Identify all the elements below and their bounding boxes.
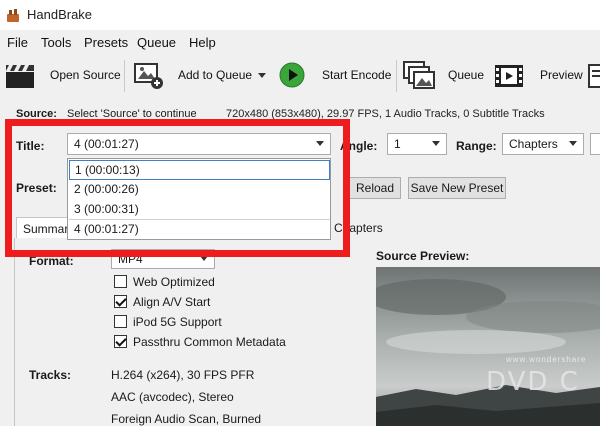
- add-to-queue-button[interactable]: Add to Queue: [178, 68, 252, 82]
- add-to-queue-icon[interactable]: [133, 62, 165, 90]
- toolbar-separator: [124, 60, 125, 92]
- menu-file[interactable]: File: [7, 35, 28, 50]
- clapperboard-icon[interactable]: [5, 63, 35, 89]
- open-source-button[interactable]: Open Source: [50, 68, 121, 82]
- range-start-select[interactable]: [590, 133, 600, 155]
- title-option-1[interactable]: 1 (00:00:13): [69, 160, 330, 180]
- preview-button[interactable]: Preview: [540, 68, 583, 82]
- menu-help[interactable]: Help: [189, 35, 216, 50]
- passthru-metadata-checkbox[interactable]: [114, 335, 127, 348]
- range-label: Range:: [456, 139, 497, 153]
- align-av-start-label: Align A/V Start: [133, 295, 211, 309]
- web-optimized-checkbox[interactable]: [114, 275, 127, 288]
- track-video: H.264 (x264), 30 FPS PFR: [111, 368, 255, 382]
- source-preview-image: www.wondershare DVD C: [376, 267, 600, 426]
- play-icon[interactable]: [279, 62, 305, 88]
- save-new-preset-button[interactable]: Save New Preset: [408, 177, 506, 199]
- start-encode-button[interactable]: Start Encode: [322, 68, 391, 82]
- chevron-down-icon: [432, 141, 440, 146]
- title-option-2[interactable]: 2 (00:00:26): [69, 180, 330, 200]
- source-preview-label: Source Preview:: [376, 249, 470, 263]
- web-optimized-label: Web Optimized: [133, 275, 215, 289]
- queue-icon[interactable]: [403, 61, 435, 91]
- preview-watermark-dvd: DVD C: [486, 367, 580, 397]
- title-dropdown-list: 1 (00:00:13) 2 (00:00:26) 3 (00:00:31) 4…: [67, 158, 331, 240]
- title-option-4[interactable]: 4 (00:01:27): [69, 219, 330, 239]
- ipod-5g-support-checkbox[interactable]: [114, 315, 127, 328]
- toolbar-separator: [396, 60, 397, 92]
- menu-bar: File Tools Presets Queue Help: [0, 30, 600, 54]
- title-bar: HandBrake: [0, 0, 600, 30]
- queue-button[interactable]: Queue: [448, 68, 484, 82]
- angle-select-value: 1: [394, 137, 401, 151]
- track-audio: AAC (avcodec), Stereo: [111, 390, 234, 404]
- toolbar: Open Source Add to Queue Start Encode Qu…: [0, 54, 600, 98]
- handbrake-logo-icon: [7, 9, 19, 22]
- chevron-down-icon: [569, 141, 577, 146]
- title-option-3[interactable]: 3 (00:00:31): [69, 200, 330, 220]
- preview-watermark-small: www.wondershare: [506, 355, 587, 364]
- tracks-label: Tracks:: [29, 368, 72, 382]
- window-title: HandBrake: [27, 7, 93, 22]
- ipod-5g-support-label: iPod 5G Support: [133, 315, 222, 329]
- activity-log-icon[interactable]: [588, 63, 600, 89]
- angle-select[interactable]: 1: [387, 133, 447, 155]
- menu-presets[interactable]: Presets: [84, 35, 128, 50]
- range-select-value: Chapters: [509, 137, 558, 151]
- menu-tools[interactable]: Tools: [41, 35, 71, 50]
- reload-button[interactable]: Reload: [349, 177, 401, 199]
- menu-queue[interactable]: Queue: [137, 35, 176, 50]
- range-select[interactable]: Chapters: [502, 133, 584, 155]
- align-av-start-checkbox[interactable]: [114, 295, 127, 308]
- passthru-metadata-label: Passthru Common Metadata: [133, 335, 286, 349]
- preview-sky-landscape: [376, 267, 600, 426]
- preview-filmstrip-icon[interactable]: [494, 62, 524, 90]
- chevron-down-icon[interactable]: [258, 73, 266, 78]
- track-subtitle: Foreign Audio Scan, Burned: [111, 412, 262, 426]
